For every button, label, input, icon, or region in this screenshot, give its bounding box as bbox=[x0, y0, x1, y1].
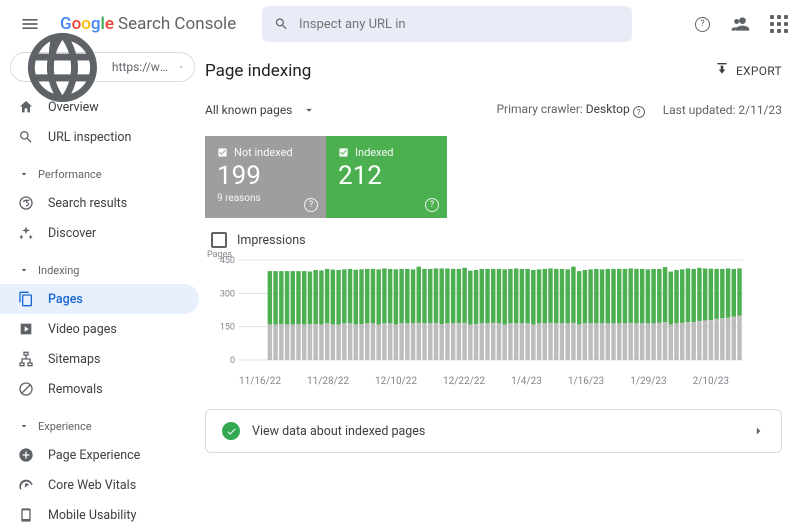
pages-filter-dropdown[interactable]: All known pages bbox=[205, 103, 316, 117]
check-circle-icon bbox=[222, 422, 240, 440]
nav-video-pages[interactable]: Video pages bbox=[0, 314, 199, 344]
block-icon bbox=[18, 381, 34, 397]
svg-text:150: 150 bbox=[220, 323, 235, 333]
circle-plus-icon bbox=[18, 447, 34, 463]
url-inspect-search[interactable] bbox=[262, 6, 632, 42]
nav-group-performance[interactable]: Performance bbox=[0, 160, 205, 188]
chevron-down-icon bbox=[18, 168, 30, 180]
indexed-count: 212 bbox=[338, 161, 435, 191]
url-inspect-input[interactable] bbox=[299, 17, 620, 32]
x-axis-labels: 11/16/2211/28/2212/10/2212/22/221/4/231/… bbox=[209, 376, 729, 387]
impressions-checkbox[interactable] bbox=[211, 232, 227, 248]
home-icon bbox=[18, 99, 34, 115]
help-icon[interactable]: ? bbox=[695, 17, 710, 32]
nav-mobile-usability[interactable]: Mobile Usability bbox=[0, 500, 199, 530]
impressions-label: Impressions bbox=[237, 233, 306, 248]
chevron-down-icon bbox=[302, 103, 316, 117]
not-indexed-reasons: 9 reasons bbox=[217, 193, 314, 204]
property-selector[interactable]: https://www.yoursit... bbox=[10, 52, 195, 82]
checkbox-icon bbox=[338, 147, 349, 158]
nav-discover[interactable]: Discover bbox=[0, 218, 199, 248]
chevron-down-icon bbox=[18, 264, 30, 276]
download-icon bbox=[714, 63, 730, 79]
primary-crawler: Primary crawler: Desktop ? bbox=[496, 102, 644, 119]
phone-icon bbox=[18, 507, 34, 523]
svg-text:300: 300 bbox=[220, 289, 235, 299]
help-icon[interactable]: ? bbox=[633, 106, 645, 118]
pages-icon bbox=[18, 291, 34, 307]
page-title: Page indexing bbox=[205, 61, 311, 81]
chevron-down-icon bbox=[18, 420, 30, 432]
card-indexed[interactable]: Indexed 212 ? bbox=[326, 136, 447, 218]
speed-icon bbox=[18, 477, 34, 493]
view-indexed-pages-link[interactable]: View data about indexed pages bbox=[205, 409, 782, 453]
apps-icon[interactable] bbox=[770, 15, 788, 33]
chevron-down-icon bbox=[178, 61, 184, 73]
nav-pages[interactable]: Pages bbox=[0, 284, 199, 314]
nav-core-web-vitals[interactable]: Core Web Vitals bbox=[0, 470, 199, 500]
sidebar: https://www.yoursit... Overview URL insp… bbox=[0, 48, 205, 516]
export-button[interactable]: EXPORT bbox=[714, 63, 782, 79]
property-url: https://www.yoursit... bbox=[112, 60, 170, 74]
users-icon[interactable] bbox=[730, 14, 750, 34]
globe-icon bbox=[21, 26, 104, 109]
checkbox-icon bbox=[217, 147, 228, 158]
help-icon[interactable]: ? bbox=[304, 198, 318, 212]
chart-svg: 0150300450 bbox=[209, 254, 749, 374]
svg-text:0: 0 bbox=[230, 356, 235, 366]
sitemap-icon bbox=[18, 351, 34, 367]
help-icon[interactable]: ? bbox=[425, 198, 439, 212]
nav-page-experience[interactable]: Page Experience bbox=[0, 440, 199, 470]
search-icon bbox=[18, 129, 34, 145]
chevron-right-icon bbox=[751, 424, 765, 438]
indexing-chart: Pages 0150300450 11/16/2211/28/2212/10/2… bbox=[205, 254, 782, 387]
nav-url-inspection[interactable]: URL inspection bbox=[0, 122, 199, 152]
nav-group-experience[interactable]: Experience bbox=[0, 412, 205, 440]
video-icon bbox=[18, 321, 34, 337]
sparkle-icon bbox=[18, 225, 34, 241]
product-name: Search Console bbox=[118, 14, 236, 34]
main-content: Page indexing EXPORT All known pages Pri… bbox=[205, 48, 800, 516]
card-not-indexed[interactable]: Not indexed 199 9 reasons ? bbox=[205, 136, 326, 218]
nav-removals[interactable]: Removals bbox=[0, 374, 199, 404]
g-icon bbox=[18, 195, 34, 211]
search-icon bbox=[274, 16, 289, 32]
not-indexed-count: 199 bbox=[217, 161, 314, 191]
nav-sitemaps[interactable]: Sitemaps bbox=[0, 344, 199, 374]
nav-group-indexing[interactable]: Indexing bbox=[0, 256, 205, 284]
last-updated: Last updated: 2/11/23 bbox=[663, 103, 782, 117]
nav-search-results[interactable]: Search results bbox=[0, 188, 199, 218]
